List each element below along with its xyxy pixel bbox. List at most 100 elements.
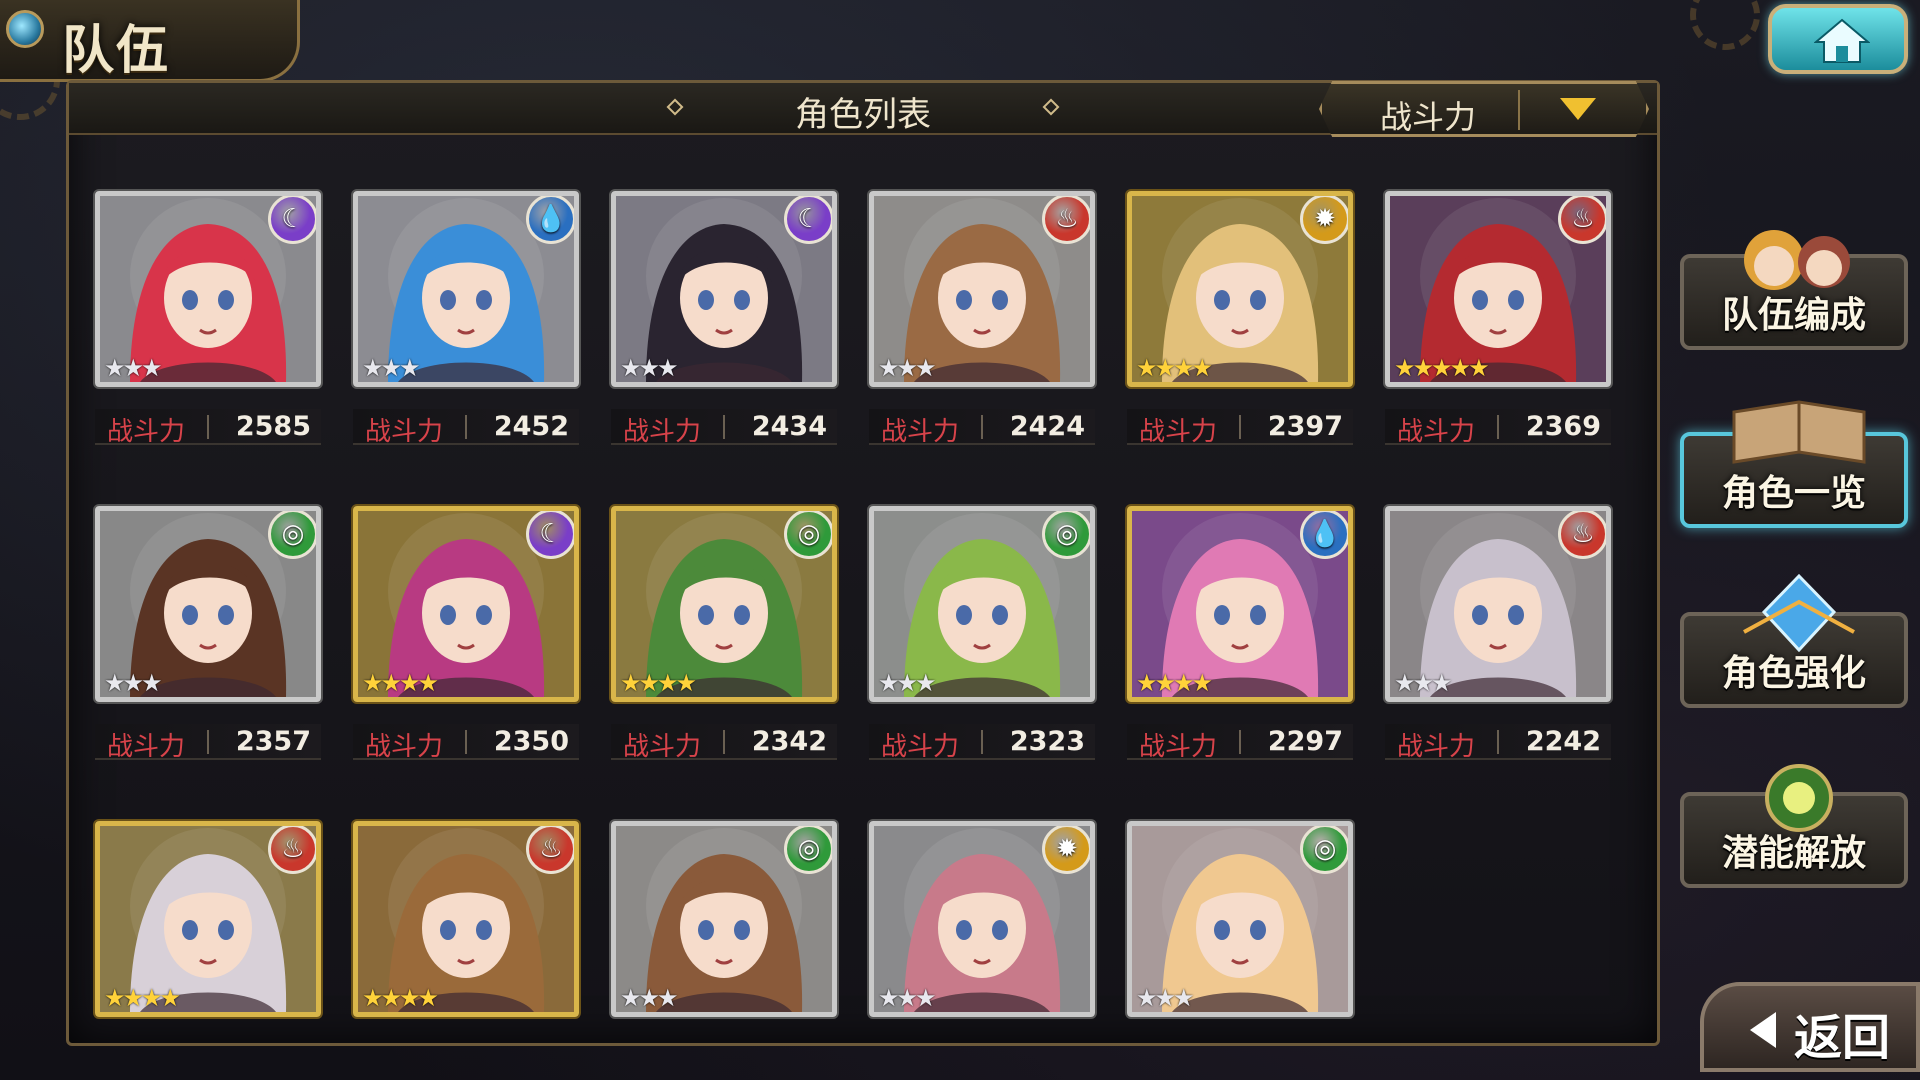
dark-element-icon: ☾ (784, 196, 832, 244)
character-portrait[interactable]: 💧 ★★★★ (1127, 506, 1353, 702)
rarity-stars: ★★★ (1394, 669, 1453, 697)
power-value: 2342 (751, 726, 827, 757)
divider (723, 730, 725, 754)
power-bar: 战斗力 2585 (95, 409, 321, 447)
rarity-stars: ★★★ (878, 354, 937, 382)
sort-label: 战斗力 (1379, 98, 1476, 136)
sort-dropdown[interactable]: 战斗力 (1319, 81, 1649, 137)
orb-icon (1765, 764, 1833, 832)
panel-header: 角色列表 战斗力 (69, 81, 1657, 137)
power-value: 2452 (493, 411, 569, 442)
light-element-icon: ✹ (1300, 196, 1348, 244)
rarity-stars: ★★★★ (362, 669, 439, 697)
divider (723, 415, 725, 439)
character-portrait[interactable]: ✹ ★★★ (869, 821, 1095, 1017)
character-portrait[interactable]: ☾ ★★★ (95, 191, 321, 387)
power-label: 战斗力 (107, 732, 186, 762)
power-label: 战斗力 (881, 417, 960, 447)
character-portrait[interactable]: ◎ ★★★ (869, 506, 1095, 702)
character-portrait[interactable]: ✹ ★★★★ (1127, 191, 1353, 387)
wind-element-icon: ◎ (1300, 826, 1348, 874)
power-value: 2297 (1267, 726, 1343, 757)
home-button[interactable] (1768, 4, 1908, 74)
power-value: 2397 (1267, 411, 1343, 442)
power-value: 2350 (493, 726, 569, 757)
power-label: 战斗力 (1139, 417, 1218, 447)
side-menu-label: 角色一览 (1721, 473, 1866, 514)
side-menu-label: 角色强化 (1721, 653, 1866, 694)
chevron-down-icon[interactable] (1560, 98, 1596, 120)
side-menu-button[interactable]: 潜能解放 (1680, 764, 1908, 888)
power-value: 2323 (1009, 726, 1085, 757)
page-title: 队伍 (62, 21, 171, 81)
side-menu-label: 队伍编成 (1721, 295, 1866, 336)
power-bar: 战斗力 2342 (611, 724, 837, 762)
character-portrait[interactable]: ♨ ★★★ (869, 191, 1095, 387)
power-label: 战斗力 (623, 732, 702, 762)
power-bar: 战斗力 2357 (95, 724, 321, 762)
fire-element-icon: ♨ (268, 826, 316, 874)
power-bar: 战斗力 2369 (1385, 409, 1611, 447)
divider (1497, 415, 1499, 439)
rarity-stars: ★★★ (104, 669, 163, 697)
character-portrait[interactable]: ◎ ★★★ (611, 821, 837, 1017)
divider (465, 415, 467, 439)
power-label: 战斗力 (1397, 732, 1476, 762)
rarity-stars: ★★★ (104, 354, 163, 382)
dark-element-icon: ☾ (268, 196, 316, 244)
character-portrait[interactable]: ♨ ★★★★ (353, 821, 579, 1017)
rarity-stars: ★★★ (878, 669, 937, 697)
power-label: 战斗力 (365, 417, 444, 447)
power-bar: 战斗力 2323 (869, 724, 1095, 762)
power-label: 战斗力 (365, 732, 444, 762)
fire-element-icon: ♨ (526, 826, 574, 874)
divider (981, 415, 983, 439)
character-portrait[interactable]: ♨ ★★★ (1385, 506, 1611, 702)
divider (207, 730, 209, 754)
rarity-stars: ★★★ (620, 984, 679, 1012)
home-icon (1814, 18, 1870, 63)
power-value: 2585 (235, 411, 311, 442)
power-label: 战斗力 (1397, 417, 1476, 447)
power-bar: 战斗力 2397 (1127, 409, 1353, 447)
power-value: 2434 (751, 411, 827, 442)
character-portrait[interactable]: 💧 ★★★ (353, 191, 579, 387)
arrow-left-icon (1750, 1012, 1776, 1048)
divider (1239, 730, 1241, 754)
side-menu-label: 潜能解放 (1721, 833, 1866, 874)
fire-element-icon: ♨ (1042, 196, 1090, 244)
rarity-stars: ★★★★ (362, 984, 439, 1012)
fire-element-icon: ♨ (1558, 511, 1606, 559)
character-portrait[interactable]: ♨ ★★★★★ (1385, 191, 1611, 387)
rarity-stars: ★★★★ (1136, 354, 1213, 382)
power-bar: 战斗力 2452 (353, 409, 579, 447)
side-menu-button[interactable]: 队伍编成 (1680, 230, 1908, 350)
back-label: 返回 (1794, 1010, 1891, 1066)
character-portrait[interactable]: ☾ ★★★★ (353, 506, 579, 702)
power-bar: 战斗力 2242 (1385, 724, 1611, 762)
wind-element-icon: ◎ (1042, 511, 1090, 559)
power-bar: 战斗力 2350 (353, 724, 579, 762)
rarity-stars: ★★★★★ (1394, 354, 1490, 382)
water-element-icon: 💧 (1300, 511, 1348, 559)
power-bar: 战斗力 2434 (611, 409, 837, 447)
orb-icon (6, 10, 44, 48)
character-portrait[interactable]: ◎ ★★★★ (611, 506, 837, 702)
back-button[interactable]: 返回 (1700, 982, 1920, 1072)
character-portrait[interactable]: ☾ ★★★ (611, 191, 837, 387)
power-label: 战斗力 (1139, 732, 1218, 762)
character-portrait[interactable]: ◎ ★★★ (1127, 821, 1353, 1017)
rarity-stars: ★★★ (878, 984, 937, 1012)
water-element-icon: 💧 (526, 196, 574, 244)
crystal-icon (1743, 573, 1855, 652)
character-portrait[interactable]: ♨ ★★★★ (95, 821, 321, 1017)
rarity-stars: ★★★ (1136, 984, 1195, 1012)
rarity-stars: ★★★ (620, 354, 679, 382)
power-label: 战斗力 (881, 732, 960, 762)
wind-element-icon: ◎ (784, 511, 832, 559)
side-menu-button[interactable]: 角色一览 (1680, 400, 1908, 528)
divider (1497, 730, 1499, 754)
fire-element-icon: ♨ (1558, 196, 1606, 244)
side-menu-button[interactable]: 角色强化 (1680, 573, 1908, 708)
character-portrait[interactable]: ◎ ★★★ (95, 506, 321, 702)
